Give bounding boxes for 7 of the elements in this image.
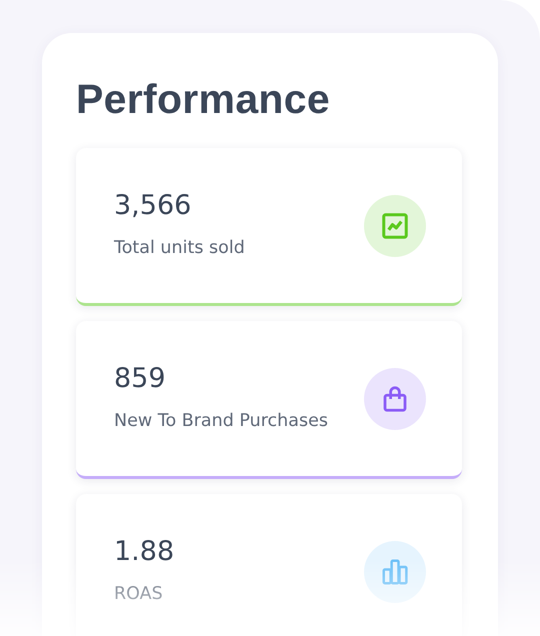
stat-value: 1.88 (114, 536, 174, 569)
stat-label: Total units sold (114, 236, 245, 260)
stat-value: 859 (114, 363, 167, 396)
stat-value: 3,566 (114, 190, 192, 223)
stat-label: New To Brand Purchases (114, 410, 328, 433)
panel-title: Performance (76, 77, 331, 122)
stat-label: ROAS (114, 582, 164, 606)
